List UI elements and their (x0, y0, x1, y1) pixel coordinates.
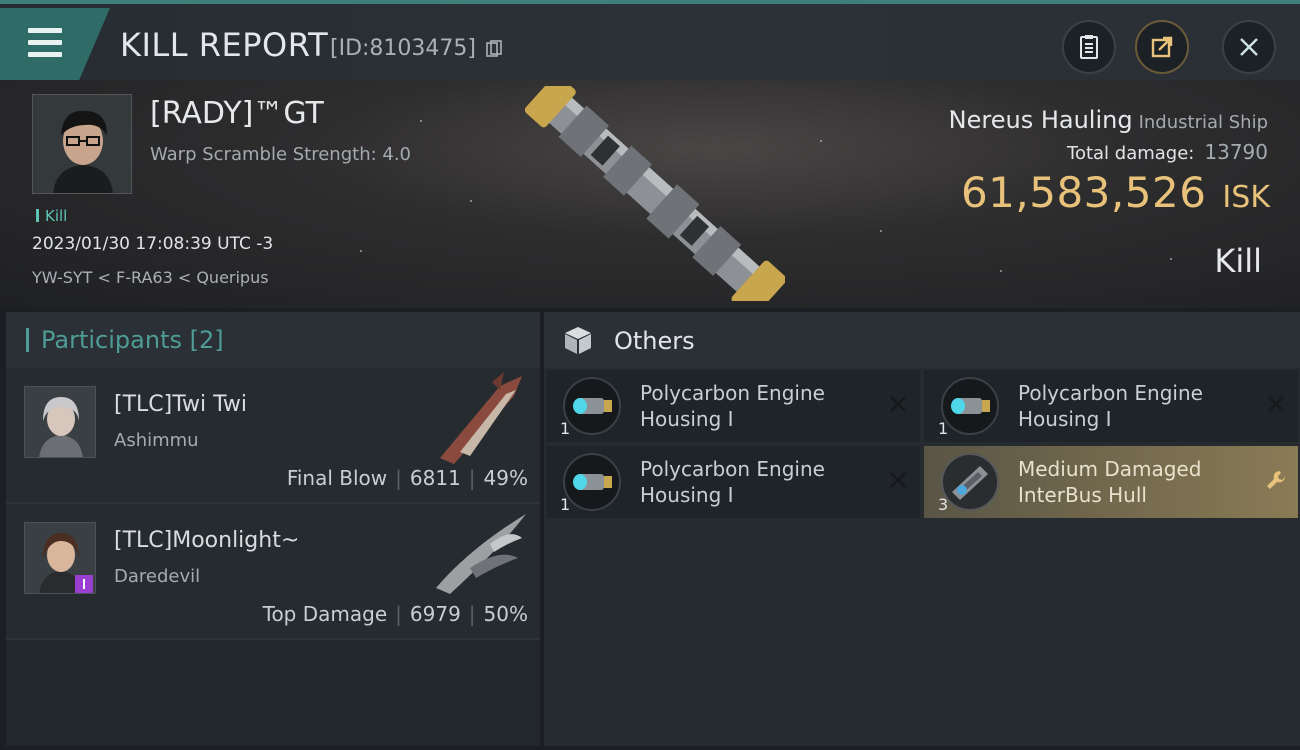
destroyed-icon (1268, 396, 1284, 412)
participant-name[interactable]: [TLC]Moonlight~ (114, 528, 299, 553)
total-damage: Total damage: 13790 (1067, 140, 1268, 164)
hamburger-icon (28, 28, 62, 58)
isk-unit: ISK (1222, 180, 1270, 215)
cube-icon (565, 327, 591, 354)
others-title: Others (614, 327, 695, 355)
menu-button[interactable] (0, 8, 110, 80)
report-id: [ID:8103475] (330, 36, 476, 61)
clipboard-icon (1080, 35, 1098, 59)
warp-scramble-strength: Warp Scramble Strength: 4.0 (150, 144, 412, 165)
victim-ship-image (525, 86, 785, 301)
engine-housing-icon (563, 453, 621, 511)
participant-percent: 49% (483, 466, 528, 490)
clipboard-button[interactable] (1062, 20, 1116, 74)
item-quantity: 1 (560, 495, 571, 514)
others-header: Others (544, 312, 1300, 368)
participant-name[interactable]: [TLC]Twi Twi (114, 392, 247, 417)
kill-location[interactable]: YW-SYT < F-RA63 < Queripus (32, 268, 269, 287)
item-quantity: 3 (938, 495, 949, 514)
pilot-avatar (33, 95, 131, 193)
participants-title: Participants (41, 326, 182, 354)
participants-panel: Participants [2] [TLC]Twi Twi Ashimmu Fi… (6, 312, 540, 746)
engine-housing-icon (563, 377, 621, 435)
participant-stats: Top Damage | 6979 | 50% (262, 602, 528, 626)
participant-row[interactable]: [TLC]Moonlight~ Daredevil Top Damage | 697… (6, 504, 540, 640)
close-button[interactable] (1222, 20, 1276, 74)
item-name: Medium Damaged InterBus Hull (1018, 457, 1202, 507)
copy-icon[interactable] (486, 40, 502, 58)
participant-damage: 6811 (409, 466, 461, 490)
item-name: Polycarbon Engine Housing I (640, 381, 825, 431)
close-icon (1240, 38, 1258, 56)
total-damage-label: Total damage: (1067, 143, 1195, 164)
item-name: Polycarbon Engine Housing I (1018, 381, 1203, 431)
participant-damage: 6979 (409, 602, 461, 626)
item-row[interactable]: 1 Polycarbon Engine Housing I (546, 370, 920, 442)
item-quantity: 1 (560, 419, 571, 438)
participant-role: Final Blow (286, 466, 388, 490)
participants-count: [2] (189, 326, 224, 354)
participant-percent: 50% (483, 602, 528, 626)
kill-tag: Kill (36, 207, 67, 225)
participant-avatar (24, 522, 96, 594)
item-row[interactable]: 1 Polycarbon Engine Housing I (546, 446, 920, 518)
destroyed-icon (890, 472, 906, 488)
victim-pilot-name[interactable]: [RADY]™GT (150, 96, 324, 131)
salvage-hull-icon (941, 453, 999, 511)
others-panel: Others 1 Polycarbon Engine Housing I 1 P… (544, 312, 1300, 746)
participant-ship-image (440, 372, 522, 464)
window-title: KILL REPORT (120, 26, 329, 64)
engine-housing-icon (941, 377, 999, 435)
destroyed-icon (890, 396, 906, 412)
share-icon (1151, 36, 1173, 58)
result-label: Kill (1214, 242, 1262, 280)
isk-value: 61,583,526 ISK (961, 168, 1270, 217)
wrench-icon (1267, 471, 1285, 489)
item-row[interactable]: 1 Polycarbon Engine Housing I (924, 370, 1298, 442)
participant-row[interactable]: [TLC]Twi Twi Ashimmu Final Blow | 6811 | 49% (6, 368, 540, 504)
participant-role: Top Damage (262, 602, 388, 626)
participant-ship: Daredevil (114, 566, 201, 587)
total-damage-value: 13790 (1204, 140, 1268, 164)
participant-stats: Final Blow | 6811 | 49% (286, 466, 528, 490)
victim-summary: [RADY]™GT Warp Scramble Strength: 4.0 Ki… (0, 80, 1300, 308)
kill-datetime: 2023/01/30 17:08:39 UTC -3 (32, 234, 274, 254)
victim-ship-name: Nereus Hauling (948, 106, 1133, 134)
isk-amount: 61,583,526 (960, 168, 1207, 217)
victim-ship[interactable]: Nereus Hauling Industrial Ship (949, 106, 1268, 134)
participant-ship: Ashimmu (114, 430, 199, 451)
participant-avatar (24, 386, 96, 458)
participant-ship-image (436, 514, 526, 594)
item-name: Polycarbon Engine Housing I (640, 457, 825, 507)
participants-header: Participants [2] (6, 312, 540, 368)
victim-portrait[interactable] (32, 94, 132, 194)
victim-ship-class: Industrial Ship (1138, 112, 1268, 133)
item-quantity: 1 (938, 419, 949, 438)
share-button[interactable] (1135, 20, 1189, 74)
title-bar: KILL REPORT [ID:8103475] (0, 0, 1300, 80)
item-row[interactable]: 3 Medium Damaged InterBus Hull (924, 446, 1298, 518)
